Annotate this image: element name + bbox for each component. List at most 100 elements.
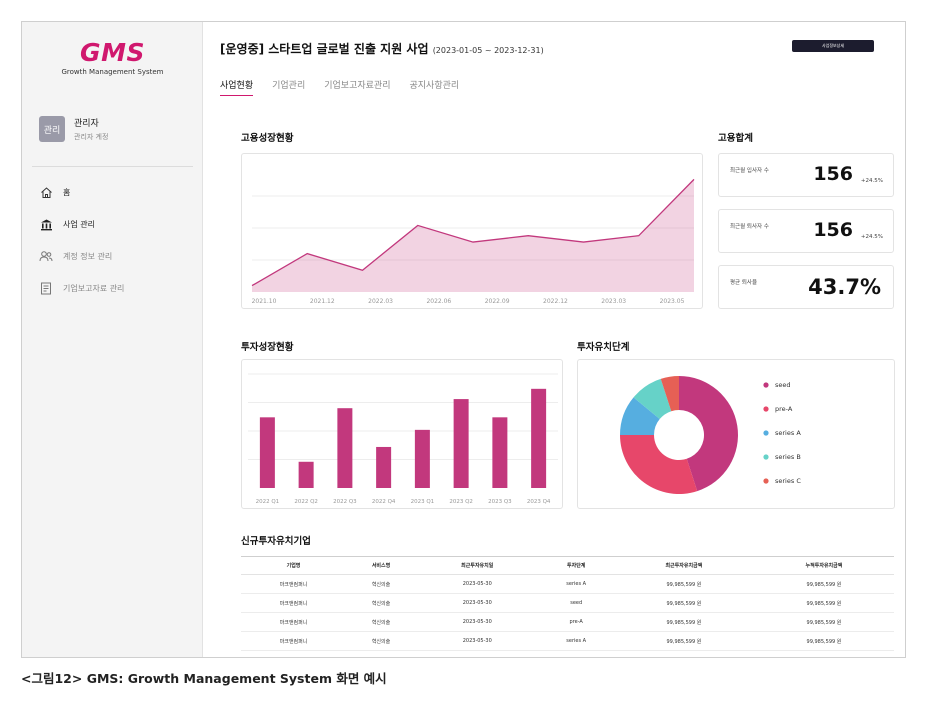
bar[interactable]: [492, 417, 508, 488]
profile-name: 관리자: [74, 119, 99, 129]
table-cell: 마크앤컴퍼니: [241, 574, 347, 594]
kpi-label: 최근월 퇴사자 수: [730, 224, 769, 230]
x-tick-label: 2023.03: [601, 298, 626, 305]
investment-chart-card: 2022 Q1 2022 Q2 2022 Q3 2022 Q4 2023 Q1 2023 …: [241, 359, 563, 509]
table-row[interactable]: 마크앤컴퍼니 혁신의술 2023-05-30 series A 99,985,5…: [241, 574, 894, 594]
kpi-card-resignations: 최근월 퇴사자 수 156 +24.5%: [718, 209, 894, 253]
x-tick-label: 2022 Q3: [333, 499, 357, 505]
column-header-stage[interactable]: 투자단계: [538, 556, 614, 575]
page-title: [운영중] 스타트업 글로벌 진출 지원 사업 (2023-01-05 ~ 20…: [220, 40, 544, 57]
section-title-employment-growth: 고용성장현황: [241, 133, 294, 144]
legend-label: series C: [775, 477, 801, 485]
table-row[interactable]: 마크앤컴퍼니 혁신의술 2023-05-30 seed 99,985,599 원…: [241, 593, 894, 613]
legend-dot: [763, 454, 769, 460]
section-title-investment-growth: 투자성장현황: [241, 342, 294, 353]
legend-dot: [763, 406, 769, 412]
investment-bar-chart: 2022 Q1 2022 Q2 2022 Q3 2022 Q4 2023 Q1 2023 …: [248, 373, 558, 505]
x-tick-label: 2023 Q1: [411, 499, 435, 505]
table-cell: pre-A: [538, 612, 614, 632]
kpi-card-resignation-rate: 평균 퇴사율 43.7%: [718, 265, 894, 309]
x-tick-label: 2022 Q4: [372, 499, 396, 505]
x-tick-label: 2023 Q3: [488, 499, 512, 505]
sidebar-item-business[interactable]: 사업 관리: [39, 216, 124, 232]
table-cell: 혁신의술: [346, 574, 417, 594]
kpi-delta: +24.5%: [860, 234, 883, 240]
x-tick-label: 2022.12: [543, 298, 568, 305]
column-header-recent-date[interactable]: 최근투자유치일: [416, 556, 539, 575]
column-header-company[interactable]: 기업명: [241, 556, 347, 575]
x-tick-label: 2022.03: [368, 298, 393, 305]
table-cell: 2023-05-30: [416, 593, 539, 613]
table-header-row: 기업명 서비스명 최근투자유치일 투자단계 최근투자유치금액 누적투자유치금액: [241, 556, 894, 575]
table-cell: 2023-05-30: [416, 612, 539, 632]
institution-icon: [39, 217, 53, 231]
sidebar-item-label: 사업 관리: [63, 219, 95, 229]
sidebar-item-account[interactable]: 계정 정보 관리: [39, 248, 124, 264]
sidebar-item-home[interactable]: 홈: [39, 184, 124, 200]
bar[interactable]: [453, 399, 469, 488]
table-row[interactable]: 마크앤컴퍼니 혁신의술 2023-05-30 pre-A 99,985,599 …: [241, 612, 894, 632]
x-tick-label: 2023 Q4: [527, 499, 551, 505]
legend-dot: [763, 382, 769, 388]
legend-dot: [763, 478, 769, 484]
sidebar-divider: [32, 166, 193, 167]
home-icon: [39, 185, 53, 199]
section-title-employment-total: 고용합계: [718, 133, 753, 144]
kpi-value: 43.7%: [808, 275, 881, 299]
bar[interactable]: [298, 461, 314, 488]
table-cell: 99,985,599 원: [753, 612, 894, 632]
table-cell: 99,985,599 원: [753, 593, 894, 613]
table-cell: series A: [538, 574, 614, 594]
column-header-total-amount[interactable]: 누적투자유치금액: [753, 556, 894, 575]
table-cell: series A: [538, 631, 614, 651]
business-period: (2023-01-05 ~ 2023-12-31): [432, 46, 544, 55]
sidebar-item-label: 기업보고자료 관리: [63, 283, 125, 293]
sidebar-item-label: 홈: [63, 187, 71, 197]
bar[interactable]: [376, 446, 392, 488]
x-tick-label: 2021.10: [252, 298, 277, 305]
x-tick-label: 2023.05: [660, 298, 685, 305]
legend-label: series A: [775, 429, 801, 437]
bar[interactable]: [259, 417, 275, 488]
kpi-label: 최근월 입사자 수: [730, 168, 769, 174]
tab-business-status[interactable]: 사업현황: [220, 78, 254, 96]
x-tick-label: 2022.06: [426, 298, 451, 305]
table-cell: 혁신의술: [346, 612, 417, 632]
employment-area-chart: 2021.10 2021.12 2022.03 2022.06 2022.09 2022.…: [252, 178, 695, 305]
donut-slice-pre-A[interactable]: [620, 435, 698, 494]
bar[interactable]: [414, 429, 430, 488]
tab-report-management[interactable]: 기업보고자료관리: [324, 78, 390, 96]
main-content: [운영중] 스타트업 글로벌 진출 지원 사업 (2023-01-05 ~ 20…: [203, 22, 905, 657]
logo[interactable]: GMS: [22, 38, 203, 67]
tab-notice-management[interactable]: 공지사항관리: [410, 78, 460, 96]
section-title-new-investment: 신규투자유치기업: [241, 536, 311, 547]
legend-label: pre-A: [775, 405, 793, 413]
investment-table: 기업명 서비스명 최근투자유치일 투자단계 최근투자유치금액 누적투자유치금액 …: [241, 556, 894, 651]
investment-stage-donut-chart: seed pre-A series A series B series C: [620, 376, 801, 494]
bar[interactable]: [337, 408, 353, 488]
table-row[interactable]: 마크앤컴퍼니 혁신의술 2023-05-30 series A 99,985,5…: [241, 631, 894, 651]
tab-company-management[interactable]: 기업관리: [272, 78, 305, 96]
avatar: 관리: [39, 116, 65, 142]
table-cell: 99,985,599 원: [753, 574, 894, 594]
column-header-recent-amount[interactable]: 최근투자유치금액: [613, 556, 754, 575]
table-cell: 99,985,599 원: [613, 631, 754, 651]
table-cell: 마크앤컴퍼니: [241, 593, 347, 613]
employment-chart-card: 2021.10 2021.12 2022.03 2022.06 2022.09 2022.…: [241, 153, 703, 309]
app-window: GMS Growth Management System 관리 관리자 관리자 …: [21, 21, 906, 658]
x-tick-label: 2022.09: [485, 298, 510, 305]
business-title: [운영중] 스타트업 글로벌 진출 지원 사업: [220, 42, 429, 56]
sidebar-item-report[interactable]: 기업보고자료 관리: [39, 280, 124, 296]
bar[interactable]: [531, 388, 547, 488]
column-header-service[interactable]: 서비스명: [346, 556, 417, 575]
logo-subtitle: Growth Management System: [61, 68, 164, 76]
legend-dot: [763, 430, 769, 436]
sidebar: GMS Growth Management System 관리 관리자 관리자 …: [22, 22, 203, 657]
table-cell: 99,985,599 원: [753, 631, 894, 651]
table-cell: 99,985,599 원: [613, 593, 754, 613]
table-cell: 혁신의술: [346, 631, 417, 651]
business-detail-button[interactable]: 사업정보상세: [792, 40, 874, 52]
legend-label: seed: [775, 381, 791, 389]
table-cell: seed: [538, 593, 614, 613]
kpi-label: 평균 퇴사율: [730, 280, 758, 286]
